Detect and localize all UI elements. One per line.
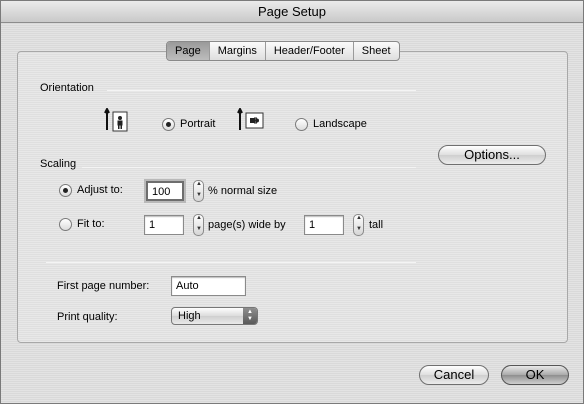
- fit-to-label: Fit to:: [77, 218, 105, 230]
- portrait-radio[interactable]: [162, 118, 175, 131]
- fit-tall-field[interactable]: 1: [304, 215, 344, 235]
- scaling-heading: Scaling: [40, 158, 77, 170]
- adjust-to-label: Adjust to:: [77, 184, 123, 196]
- portrait-page-icon: [104, 108, 130, 132]
- page-tab-panel: Orientation Portrait Landscape Options..…: [17, 51, 568, 343]
- popup-arrows-icon: ▲ ▼: [243, 308, 257, 324]
- first-page-number-label: First page number:: [57, 280, 150, 292]
- fit-to-radio[interactable]: [59, 218, 72, 231]
- adjust-percent-field[interactable]: 100: [146, 181, 184, 201]
- orientation-divider: [107, 90, 416, 91]
- first-page-number-field[interactable]: Auto: [171, 276, 246, 296]
- fit-tall-stepper[interactable]: [353, 214, 364, 236]
- adjust-to-radio[interactable]: [59, 184, 72, 197]
- cancel-button[interactable]: Cancel: [419, 365, 489, 385]
- fit-wide-stepper[interactable]: [193, 214, 204, 236]
- landscape-radio[interactable]: [295, 118, 308, 131]
- print-quality-label: Print quality:: [57, 311, 118, 323]
- fit-tall-suffix: tall: [369, 219, 384, 231]
- tab-page[interactable]: Page: [167, 42, 210, 60]
- page-setup-dialog: Page Setup Page Margins Header/Footer Sh…: [0, 0, 584, 404]
- options-button[interactable]: Options...: [438, 145, 546, 165]
- window-title: Page Setup: [1, 1, 583, 23]
- tab-margins[interactable]: Margins: [210, 42, 266, 60]
- print-quality-popup[interactable]: High ▲ ▼: [171, 307, 258, 325]
- landscape-label: Landscape: [313, 118, 367, 130]
- scaling-divider: [82, 167, 416, 168]
- ok-button[interactable]: OK: [501, 365, 569, 385]
- bottom-divider: [46, 262, 416, 263]
- tab-sheet[interactable]: Sheet: [354, 42, 399, 60]
- landscape-page-icon: [237, 108, 265, 132]
- adjust-percent-suffix: % normal size: [208, 185, 278, 197]
- portrait-label: Portrait: [180, 118, 216, 130]
- fit-wide-suffix: page(s) wide by: [208, 219, 286, 231]
- tab-header-footer[interactable]: Header/Footer: [266, 42, 354, 60]
- orientation-heading: Orientation: [40, 82, 94, 94]
- print-quality-value: High: [178, 310, 201, 322]
- adjust-percent-stepper[interactable]: [193, 180, 204, 202]
- tab-bar: Page Margins Header/Footer Sheet: [166, 41, 400, 61]
- fit-wide-field[interactable]: 1: [144, 215, 184, 235]
